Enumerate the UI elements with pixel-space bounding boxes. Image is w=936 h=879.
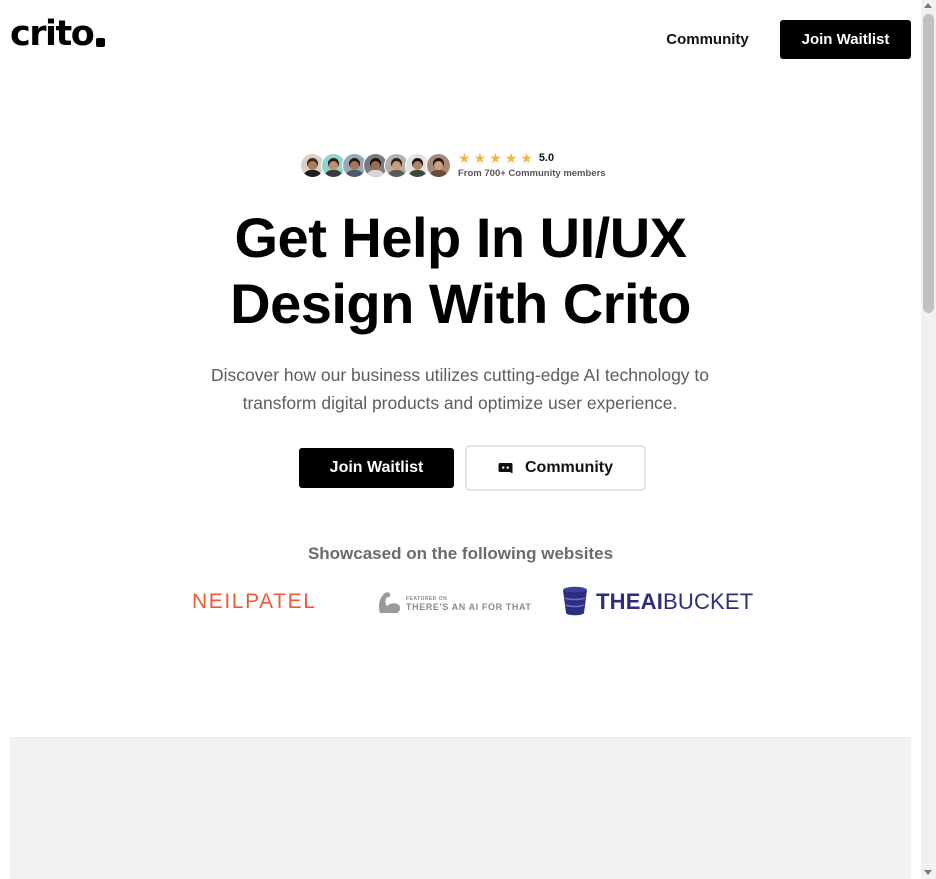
rating-block: ★ ★ ★ ★ ★ 5.0 From 700+ Community member… [458, 151, 606, 179]
nav-community-link[interactable]: Community [653, 20, 762, 58]
community-button[interactable]: Community [465, 445, 646, 491]
hero-subtitle: Discover how our business utilizes cutti… [190, 361, 730, 417]
star-icon: ★ [489, 150, 502, 166]
crito-logo[interactable]: crito [10, 14, 106, 54]
neilpatel-logo[interactable]: NEILPATEL [192, 590, 317, 614]
social-proof: ★ ★ ★ ★ ★ 5.0 From 700+ Community member… [300, 151, 606, 179]
flexed-arm-icon [379, 592, 401, 613]
community-members-count: From 700+ Community members [458, 168, 606, 179]
scroll-up-arrow-icon[interactable] [924, 3, 932, 8]
community-button-label: Community [525, 459, 613, 476]
landing-page: crito Community Join Waitlist ★ ★ ★ ★ ★ … [0, 0, 921, 879]
nav-join-waitlist-button[interactable]: Join Waitlist [780, 20, 911, 59]
join-waitlist-button[interactable]: Join Waitlist [299, 448, 454, 488]
hero-subtitle-line2: transform digital products and optimize … [242, 393, 678, 413]
star-rating: ★ ★ ★ ★ ★ 5.0 [458, 151, 606, 165]
vertical-scrollbar[interactable] [921, 0, 936, 879]
scroll-down-arrow-icon[interactable] [924, 870, 932, 875]
star-icon: ★ [473, 150, 487, 166]
logo-text: crito [10, 14, 95, 54]
product-preview-panel [10, 737, 911, 879]
bucket-icon [563, 586, 587, 616]
hero-title-line2: Design With Crito [230, 272, 691, 335]
rating-score: 5.0 [538, 152, 555, 164]
hero-subtitle-line1: Discover how our business utilizes cutti… [210, 365, 710, 385]
theaibucket-light-text: BUCKET [663, 588, 754, 614]
star-icon: ★ [504, 150, 518, 166]
hero-title: Get Help In UI/UX Design With Crito [0, 205, 921, 337]
avatar [426, 152, 451, 178]
logo-dot [96, 38, 106, 47]
theres-an-ai-for-that-logo[interactable]: FEATURED ON THERE'S AN AI FOR THAT [376, 589, 531, 617]
hero-title-line1: Get Help In UI/UX [234, 206, 688, 269]
theaibucket-bold-text: THEAI [596, 588, 663, 614]
star-icon: ★ [520, 150, 533, 166]
theaibucket-text: THEAIBUCKET [596, 589, 753, 615]
community-avatars [300, 152, 451, 178]
theres-an-ai-text: THERE'S AN AI FOR THAT [406, 602, 532, 612]
showcase-heading: Showcased on the following websites [307, 544, 614, 563]
theaibucket-logo[interactable]: THEAIBUCKET [562, 586, 753, 617]
star-icon: ★ [458, 150, 471, 166]
scrollbar-thumb[interactable] [923, 14, 934, 313]
discord-icon [498, 462, 513, 473]
